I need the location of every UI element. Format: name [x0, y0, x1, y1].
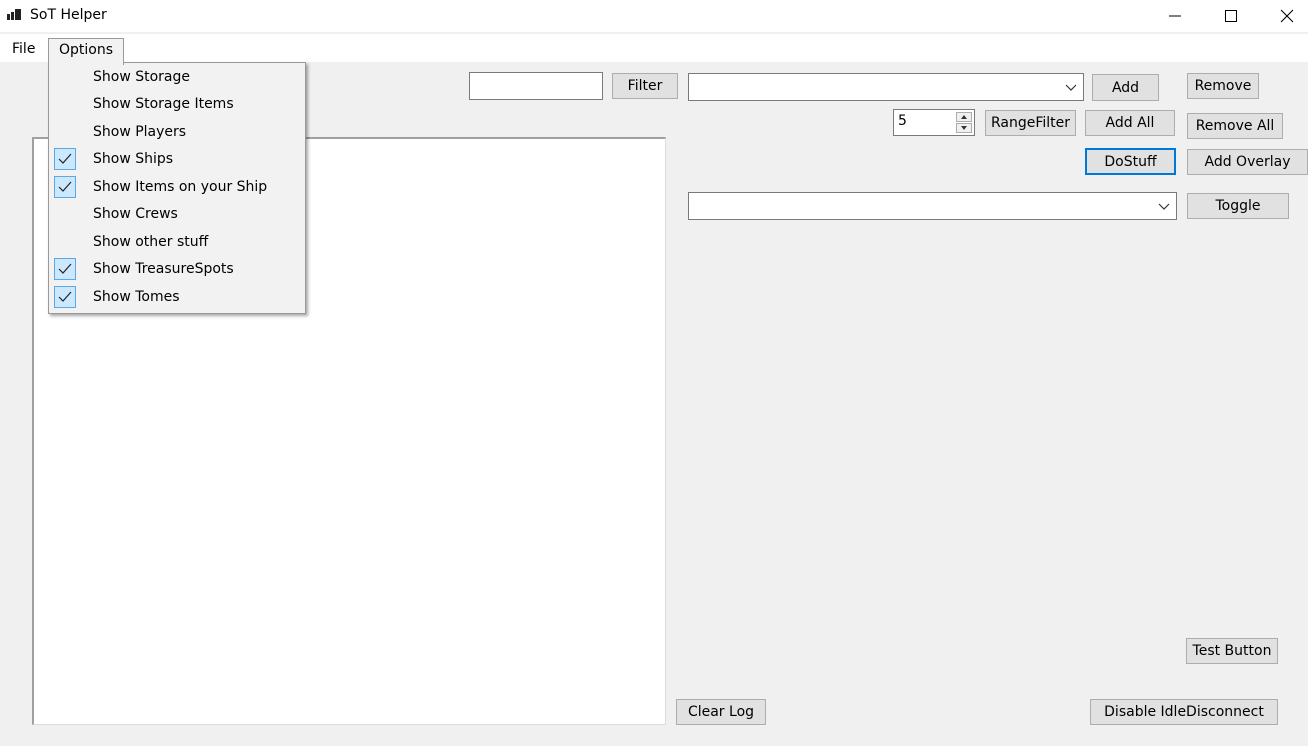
spin-buttons	[956, 112, 972, 133]
checkmark-icon	[54, 148, 76, 170]
add-overlay-button[interactable]: Add Overlay	[1187, 149, 1308, 175]
menu-bar: File Options	[0, 34, 1308, 65]
menu-item-label: Show Ships	[93, 151, 174, 167]
rangefilter-button[interactable]: RangeFilter	[985, 110, 1076, 136]
menu-file[interactable]: File	[3, 39, 44, 61]
checkmark-icon	[54, 286, 76, 308]
close-icon	[1280, 9, 1294, 23]
menu-item-show-other-stuff[interactable]: Show other stuff	[50, 230, 304, 256]
app-icon	[7, 9, 21, 21]
filter-button[interactable]: Filter	[612, 73, 678, 99]
toggle-button[interactable]: Toggle	[1187, 193, 1289, 219]
menu-item-show-storage-items[interactable]: Show Storage Items	[50, 92, 304, 118]
menu-item-show-treasurespots[interactable]: Show TreasureSpots	[50, 257, 304, 283]
dostuff-button[interactable]: DoStuff	[1085, 148, 1176, 175]
chevron-down-icon	[1158, 203, 1170, 210]
checkmark-icon	[54, 176, 76, 198]
menu-item-show-players[interactable]: Show Players	[50, 120, 304, 146]
menu-item-label: Show Players	[93, 124, 187, 140]
add-all-button[interactable]: Add All	[1085, 110, 1175, 136]
title-bar: SoT Helper	[0, 0, 1308, 32]
menu-options[interactable]: Options	[48, 38, 125, 65]
menu-item-show-items-on-ship[interactable]: Show Items on your Ship	[50, 175, 304, 201]
toggle-combobox[interactable]	[688, 192, 1177, 220]
menu-item-show-crews[interactable]: Show Crews	[50, 202, 304, 228]
menu-item-label: Show Items on your Ship	[93, 179, 268, 195]
clear-log-button[interactable]: Clear Log	[676, 699, 766, 725]
menu-item-label: Show Crews	[93, 206, 178, 222]
maximize-icon	[1225, 10, 1237, 22]
checkmark-icon	[54, 258, 76, 280]
options-dropdown: Show Storage Show Storage Items Show Pla…	[48, 62, 306, 314]
remove-all-button[interactable]: Remove All	[1187, 113, 1283, 139]
test-button[interactable]: Test Button	[1186, 638, 1278, 664]
menu-item-label: Show Tomes	[93, 289, 180, 305]
menu-item-label: Show other stuff	[93, 234, 209, 250]
menu-item-show-tomes[interactable]: Show Tomes	[50, 285, 304, 311]
minimize-icon	[1169, 15, 1181, 17]
menu-item-label: Show TreasureSpots	[93, 261, 234, 277]
maximize-button[interactable]	[1204, 0, 1260, 32]
minimize-button[interactable]	[1148, 0, 1204, 32]
menu-item-label: Show Storage Items	[93, 96, 234, 112]
add-combobox[interactable]	[688, 73, 1084, 101]
range-value: 5	[898, 113, 907, 129]
range-numeric-input[interactable]: 5	[893, 109, 975, 136]
close-button[interactable]	[1260, 0, 1308, 32]
spin-up-icon[interactable]	[956, 112, 972, 122]
chevron-down-icon	[1065, 84, 1077, 91]
menu-item-label: Show Storage	[93, 69, 191, 85]
filter-input[interactable]	[469, 72, 603, 100]
disable-idledisconnect-button[interactable]: Disable IdleDisconnect	[1090, 699, 1278, 725]
menu-item-show-ships[interactable]: Show Ships	[50, 147, 304, 173]
add-button[interactable]: Add	[1092, 74, 1159, 101]
remove-button[interactable]: Remove	[1187, 73, 1259, 99]
spin-down-icon[interactable]	[956, 123, 972, 133]
menu-item-show-storage[interactable]: Show Storage	[50, 65, 304, 91]
window-title: SoT Helper	[30, 7, 107, 23]
